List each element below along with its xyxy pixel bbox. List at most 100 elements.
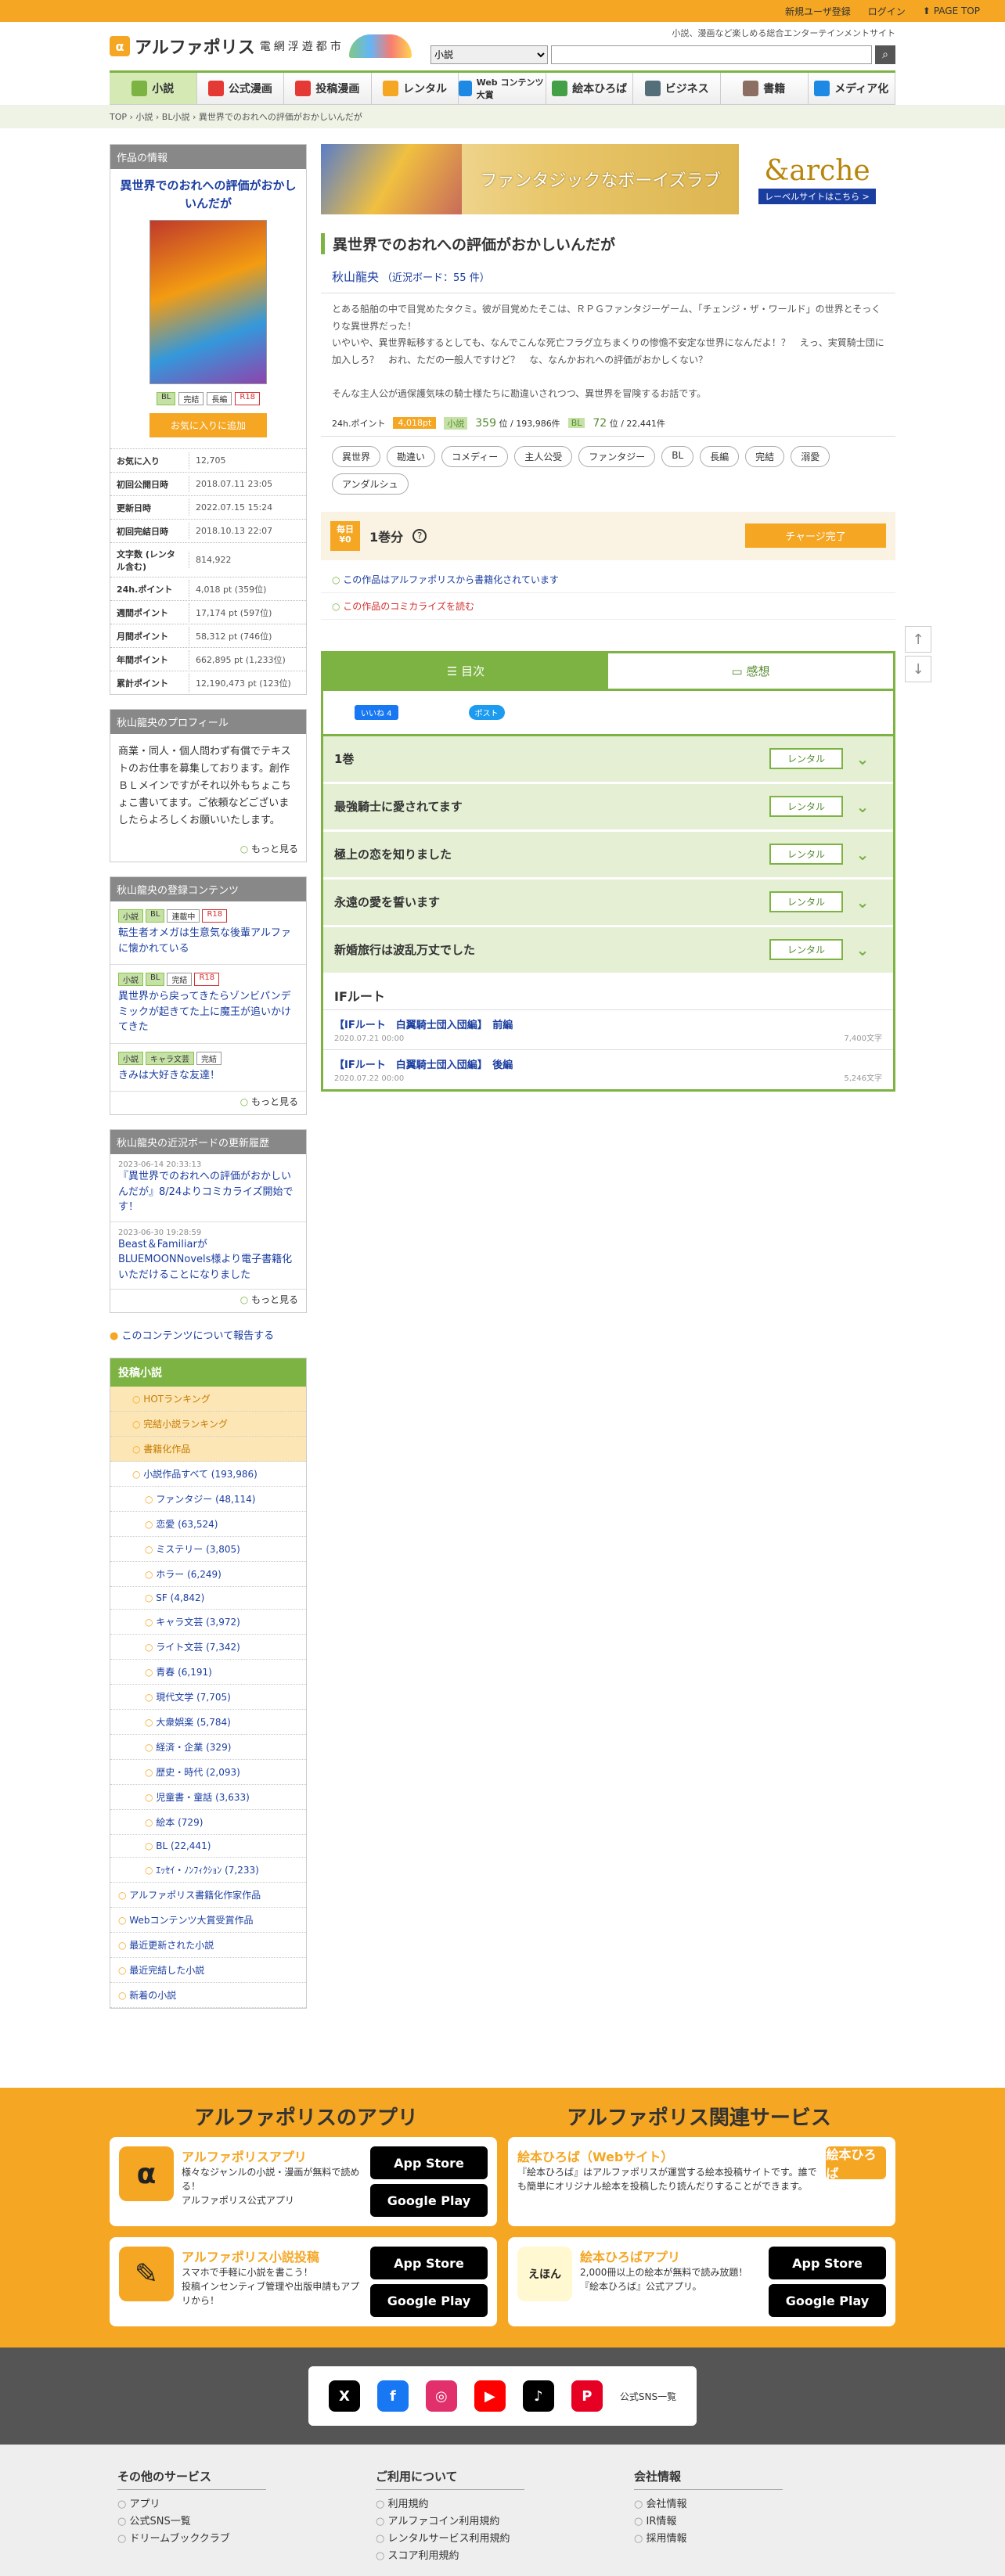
sidebar-nav-item[interactable]: BL (22,441) xyxy=(110,1835,306,1858)
footer-link[interactable]: 採用情報 xyxy=(634,2531,783,2548)
ehon-button[interactable]: 絵本ひろば xyxy=(826,2146,886,2181)
google-play-button[interactable]: Google Play xyxy=(769,2284,886,2317)
sidebar-nav-item[interactable]: ホラー (6,249) xyxy=(110,1562,306,1588)
sidebar-nav-item[interactable]: SF (4,842) xyxy=(110,1587,306,1610)
list-item[interactable]: 2023-06-30 19:28:59 Beast＆FamiliarがBLUEMO… xyxy=(110,1222,306,1290)
youtube-icon[interactable]: ▶ xyxy=(474,2380,506,2412)
episode-title[interactable]: 【IFルート 白翼騎士団入団編】 後編 xyxy=(334,1056,882,1071)
rental-button[interactable]: レンタル xyxy=(769,939,843,961)
sidebar-nav-item[interactable]: 絵本 (729) xyxy=(110,1810,306,1836)
instagram-icon[interactable]: ◎ xyxy=(425,2380,457,2412)
volume-row[interactable]: 極上の恋を知りました レンタル ⌄ xyxy=(323,831,893,880)
nav-media[interactable]: メディア化 xyxy=(808,73,896,104)
pagetop-link[interactable]: ⬆ PAGE TOP xyxy=(923,5,980,16)
sidebar-nav-item[interactable]: 書籍化作品 xyxy=(110,1437,306,1462)
chevron-down-icon[interactable]: ⌄ xyxy=(843,750,882,768)
sidebar-nav-item[interactable]: 現代文学 (7,705) xyxy=(110,1685,306,1711)
help-icon[interactable]: ? xyxy=(412,528,427,543)
chevron-down-icon[interactable]: ⌄ xyxy=(843,797,882,816)
sidebar-nav-item[interactable]: ｴｯｾｲ・ﾉﾝﾌｨｸｼｮﾝ (7,233) xyxy=(110,1858,306,1883)
blog-title[interactable]: Beast＆FamiliarがBLUEMOONNovels様より電子書籍化いただ… xyxy=(118,1237,298,1283)
nav-user-manga[interactable]: 投稿漫画 xyxy=(284,73,372,104)
tag-chip[interactable]: 異世界 xyxy=(332,445,381,467)
sns-list-link[interactable]: 公式SNS一覧 xyxy=(620,2390,676,2403)
footer-link[interactable]: IR情報 xyxy=(634,2513,783,2531)
sidebar-nav-item[interactable]: 最近更新された小説 xyxy=(110,1933,306,1959)
sidebar-nav-item[interactable]: 完結小説ランキング xyxy=(110,1412,306,1437)
x-post-button[interactable]: ポスト xyxy=(468,704,505,720)
sidebar-nav-item[interactable]: Webコンテンツ大賞受賞作品 xyxy=(110,1908,306,1934)
nav-rental[interactable]: レンタル xyxy=(371,73,459,104)
nav-novel[interactable]: 小説 xyxy=(110,73,197,104)
nav-web-contents-award[interactable]: Web コンテンツ大賞 xyxy=(459,73,546,104)
sidebar-nav-item[interactable]: 経済・企業 (329) xyxy=(110,1735,306,1761)
breadcrumb[interactable]: TOP › 小説 › BL小説 › 異世界でのおれへの評価がおかしいんだが xyxy=(0,105,1005,128)
login-link[interactable]: ログイン xyxy=(868,5,906,18)
chevron-down-icon[interactable]: ⌄ xyxy=(843,893,882,912)
google-play-button[interactable]: Google Play xyxy=(370,2184,488,2217)
more-link[interactable]: もっと見る xyxy=(110,1290,306,1312)
tag-chip[interactable]: コメディー xyxy=(441,445,509,467)
episode-title[interactable]: 【IFルート 白翼騎士団入団編】 前編 xyxy=(334,1016,882,1031)
app-store-button[interactable]: App Store xyxy=(370,2247,488,2279)
table-row[interactable]: 【IFルート 白翼騎士団入団編】 前編 2020.07.21 00:00 7,400… xyxy=(323,1009,893,1049)
rental-button[interactable]: レンタル xyxy=(769,748,843,770)
cover-image[interactable] xyxy=(149,220,267,384)
nav-official-manga[interactable]: 公式漫画 xyxy=(196,73,285,104)
facebook-like-button[interactable]: いいね 4 xyxy=(355,704,398,720)
sidebar-nav-item[interactable]: ライト文芸 (7,342) xyxy=(110,1635,306,1660)
arrow-down-icon[interactable]: ↓ xyxy=(905,656,931,682)
label-site-link[interactable]: レーベルサイトはこちら > xyxy=(758,188,876,204)
sidebar-nav-item[interactable]: 新着の小説 xyxy=(110,1983,306,2009)
work-title[interactable]: 異世界でのおれへの評価がおかしいんだが xyxy=(110,169,306,220)
author-name[interactable]: 秋山龍央 xyxy=(332,268,379,285)
tag-chip[interactable]: アンダルシュ xyxy=(332,473,409,495)
arrow-up-icon[interactable]: ↑ xyxy=(905,626,931,653)
list-item[interactable]: 2023-06-14 20:33:13 『異世界でのおれへの評価がおかしいんだが』… xyxy=(110,1154,306,1222)
charge-complete-button[interactable]: チャージ完了 xyxy=(745,523,886,549)
nav-business[interactable]: ビジネス xyxy=(633,73,721,104)
chevron-down-icon[interactable]: ⌄ xyxy=(843,941,882,959)
sidebar-nav-item[interactable]: アルファポリス書籍化作家作品 xyxy=(110,1883,306,1909)
tiktok-icon[interactable]: ♪ xyxy=(522,2380,554,2412)
footer-link[interactable]: アルファコイン利用規約 xyxy=(376,2513,524,2531)
nav-books[interactable]: 書籍 xyxy=(720,73,809,104)
author-board-link[interactable]: （近況ボード：55 件） xyxy=(382,269,490,284)
sidebar-nav-item[interactable]: 大衆娯楽 (5,784) xyxy=(110,1710,306,1736)
sidebar-nav-item[interactable]: 児童書・童話 (3,633) xyxy=(110,1785,306,1811)
sidebar-nav-item[interactable]: キャラ文芸 (3,972) xyxy=(110,1610,306,1635)
pinterest-icon[interactable]: P xyxy=(571,2380,603,2412)
add-favorite-button[interactable]: お気に入りに追加 xyxy=(149,413,267,437)
sidebar-nav-item[interactable]: 歴史・時代 (2,093) xyxy=(110,1760,306,1786)
site-logo[interactable]: α アルファポリス 電網浮遊都市 xyxy=(110,34,412,59)
rental-button[interactable]: レンタル xyxy=(769,891,843,913)
content-title[interactable]: 異世界から戻ってきたらゾンビパンデミックが起きてた上に魔王が追いかけてきた xyxy=(118,989,298,1035)
tab-review[interactable]: ▭ 感想 xyxy=(608,653,893,689)
footer-link[interactable]: 公式SNS一覧 xyxy=(117,2513,266,2531)
search-icon[interactable]: ⌕ xyxy=(875,45,895,64)
sidebar-nav-item[interactable]: 恋愛 (63,524) xyxy=(110,1512,306,1538)
book-notice[interactable]: この作品はアルファポリスから書籍化されています xyxy=(321,567,895,593)
report-link[interactable]: このコンテンツについて報告する xyxy=(110,1327,307,1342)
sidebar-nav-item[interactable]: 小説作品すべて (193,986) xyxy=(110,1462,306,1488)
tag-chip[interactable]: 溺愛 xyxy=(791,445,830,467)
tag-chip[interactable]: BL xyxy=(661,445,694,467)
app-store-button[interactable]: App Store xyxy=(370,2146,488,2179)
tag-chip[interactable]: 長編 xyxy=(700,445,740,467)
list-item[interactable]: 小説 BL 連載中 R18 転生者オメガは生意気な後輩アルファに懐かれている xyxy=(110,901,306,966)
tag-chip[interactable]: 勘違い xyxy=(387,445,436,467)
register-link[interactable]: 新規ユーザ登録 xyxy=(785,5,851,18)
x-icon[interactable]: X xyxy=(328,2380,360,2412)
sidebar-nav-item[interactable]: 青春 (6,191) xyxy=(110,1660,306,1686)
volume-row[interactable]: 永遠の愛を誓います レンタル ⌄ xyxy=(323,879,893,927)
more-link[interactable]: もっと見る xyxy=(110,1092,306,1114)
rental-button[interactable]: レンタル xyxy=(769,844,843,865)
comicalize-link[interactable]: この作品のコミカライズを読む xyxy=(321,593,895,620)
sidebar-nav-item[interactable]: 最近完結した小説 xyxy=(110,1958,306,1984)
list-item[interactable]: 小説 キャラ文芸 完結 きみは大好きな友達！ xyxy=(110,1044,306,1092)
search-input[interactable] xyxy=(551,45,872,64)
volume-row[interactable]: 1巻 レンタル ⌄ xyxy=(323,736,893,784)
footer-link[interactable]: アプリ xyxy=(117,2496,266,2513)
volume-row[interactable]: 新婚旅行は波乱万丈でした レンタル ⌄ xyxy=(323,926,893,975)
footer-link[interactable]: レンタルサービス利用規約 xyxy=(376,2531,524,2548)
